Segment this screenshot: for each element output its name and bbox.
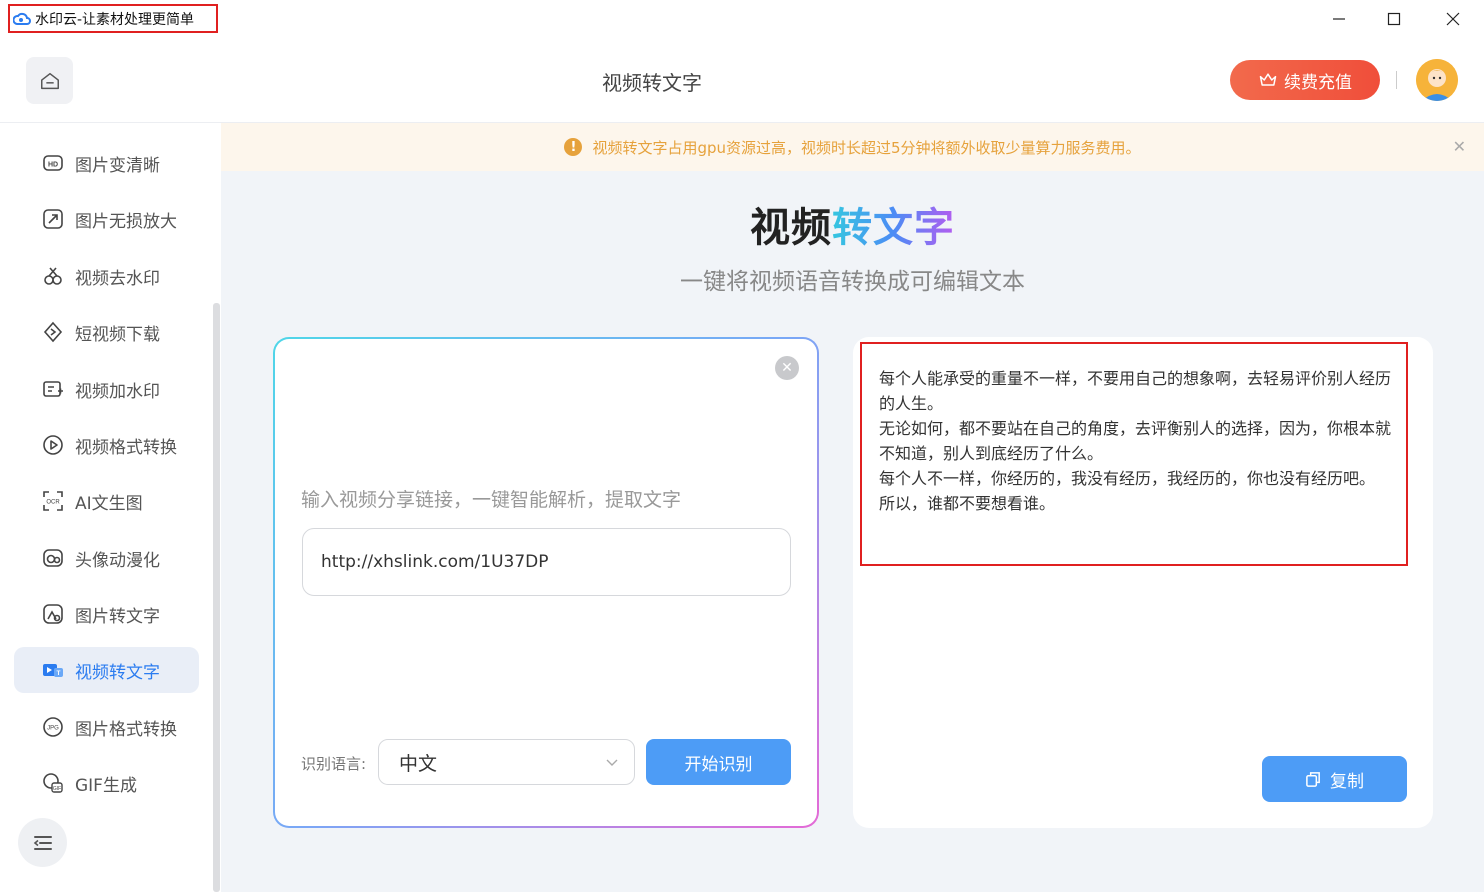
copy-button[interactable]: 复制	[1262, 756, 1407, 802]
header-divider	[1396, 71, 1397, 89]
play-circle-icon	[42, 434, 64, 456]
hero-subtitle: 一键将视频语音转换成可编辑文本	[680, 269, 1025, 295]
hero-title-part1: 视频	[750, 205, 832, 251]
title-bar: 水印云-让素材处理更简单	[0, 0, 1484, 38]
sidebar-item-label: 短视频下载	[75, 324, 160, 345]
gif-icon: GIF	[42, 772, 64, 794]
download-icon	[42, 321, 64, 343]
video-remove-watermark-icon	[42, 265, 64, 287]
user-avatar-icon	[1416, 59, 1458, 101]
result-line: 无论如何，都不要站在自己的角度，去评衡别人的选择，因为，你根本就不知道，别人到底…	[879, 419, 1392, 463]
app-title-text: 水印云-让素材处理更简单	[35, 11, 195, 28]
page-title: 视频转文字	[602, 71, 702, 95]
menu-collapse-icon	[33, 835, 52, 850]
video-url-input[interactable]: http://xhslink.com/1U37DP	[302, 528, 791, 596]
sidebar-item-avatar-anime[interactable]: 头像动漫化	[14, 535, 199, 581]
sidebar-item-label: GIF生成	[75, 775, 137, 796]
sidebar-item-label: 视频加水印	[75, 381, 160, 402]
header: 视频转文字 续费充值	[0, 38, 1484, 123]
renew-recharge-label: 续费充值	[1284, 72, 1352, 93]
sidebar-item-image-enlarge[interactable]: 图片无损放大	[14, 196, 199, 242]
jpg-icon: JPG	[42, 716, 64, 738]
video-to-text-icon: T	[42, 659, 64, 681]
cloud-logo-icon	[13, 10, 31, 28]
output-panel: 每个人能承受的重量不一样，不要用自己的想象啊，去轻易评价别人经历的人生。 无论如…	[853, 337, 1433, 828]
sidebar-item-gif-generate[interactable]: GIF GIF生成	[14, 760, 199, 806]
sidebar-item-label: 视频转文字	[75, 662, 160, 683]
ocr-icon: OCR	[42, 490, 64, 512]
sidebar-item-video-remove-watermark[interactable]: 视频去水印	[14, 253, 199, 299]
sidebar-item-image-format-convert[interactable]: JPG 图片格式转换	[14, 704, 199, 750]
renew-recharge-button[interactable]: 续费充值	[1230, 60, 1380, 100]
sidebar-item-ai-text-to-image[interactable]: OCR AI文生图	[14, 478, 199, 524]
chevron-down-icon	[606, 759, 618, 766]
result-text-area[interactable]: 每个人能承受的重量不一样，不要用自己的想象啊，去轻易评价别人经历的人生。 无论如…	[860, 342, 1408, 566]
language-label: 识别语言:	[301, 755, 367, 773]
sidebar-item-image-to-text[interactable]: 图片转文字	[14, 591, 199, 637]
clear-icon: ✕	[781, 360, 793, 376]
input-hint: 输入视频分享链接，一键智能解析，提取文字	[301, 489, 682, 511]
sidebar-item-label: 头像动漫化	[75, 550, 160, 571]
main-content: ! 视频转文字占用gpu资源过高，视频时长超过5分钟将额外收取少量算力服务费用。…	[221, 123, 1484, 892]
sidebar-item-label: 视频去水印	[75, 268, 160, 289]
app-title: 水印云-让素材处理更简单	[8, 4, 218, 33]
sidebar-item-label: 图片格式转换	[75, 719, 177, 740]
maximize-icon	[1387, 12, 1401, 26]
svg-text:GIF: GIF	[53, 786, 61, 792]
copy-icon	[1306, 771, 1320, 787]
language-select[interactable]: 中文	[378, 739, 635, 785]
svg-text:T: T	[57, 670, 61, 677]
notice-close-button[interactable]: ✕	[1453, 137, 1466, 156]
start-recognition-button[interactable]: 开始识别	[646, 739, 791, 785]
sidebar-item-image-enhance[interactable]: HD 图片变清晰	[14, 140, 199, 186]
minimize-icon	[1333, 18, 1345, 20]
svg-text:OCR: OCR	[46, 500, 60, 506]
hero-title: 视频转文字	[221, 195, 1484, 253]
video-add-watermark-icon	[42, 378, 64, 400]
enlarge-icon	[42, 208, 64, 230]
sidebar-scrollbar[interactable]	[213, 303, 220, 892]
sidebar: HD 图片变清晰 图片无损放大 视频去水印 短视频下载 视频加水印 视频格式转换…	[0, 123, 221, 892]
notice-bar: ! 视频转文字占用gpu资源过高，视频时长超过5分钟将额外收取少量算力服务费用。…	[221, 123, 1484, 171]
crown-icon	[1259, 73, 1277, 86]
minimize-button[interactable]	[1316, 0, 1362, 38]
sidebar-item-label: AI文生图	[75, 493, 143, 514]
collapse-sidebar-button[interactable]	[18, 818, 67, 867]
notice-text: 视频转文字占用gpu资源过高，视频时长超过5分钟将额外收取少量算力服务费用。	[592, 138, 1141, 157]
avatar-anime-icon	[42, 547, 64, 569]
sidebar-item-label: 图片无损放大	[75, 211, 177, 232]
sidebar-item-short-video-download[interactable]: 短视频下载	[14, 309, 199, 355]
svg-text:JPG: JPG	[47, 726, 59, 732]
sidebar-item-video-add-watermark[interactable]: 视频加水印	[14, 366, 199, 412]
input-panel: ✕ 输入视频分享链接，一键智能解析，提取文字 http://xhslink.co…	[273, 337, 819, 828]
warning-icon: !	[564, 138, 583, 156]
avatar[interactable]	[1416, 59, 1458, 101]
result-line: 每个人不一样，你经历的，我没有经历，我经历的，你也没有经历吧。	[879, 469, 1376, 488]
close-window-button[interactable]	[1430, 0, 1476, 38]
sidebar-item-label: 图片变清晰	[75, 155, 160, 176]
hd-icon: HD	[42, 152, 64, 174]
copy-label: 复制	[1330, 771, 1364, 792]
image-to-text-icon	[42, 603, 64, 625]
sidebar-item-video-to-text[interactable]: T 视频转文字	[14, 647, 199, 693]
sidebar-item-label: 视频格式转换	[75, 437, 177, 458]
close-icon	[1446, 12, 1460, 26]
sidebar-item-label: 图片转文字	[75, 606, 160, 627]
clear-button[interactable]: ✕	[775, 356, 799, 380]
svg-text:HD: HD	[48, 162, 58, 169]
language-select-value: 中文	[399, 752, 438, 775]
hero-title-part2: 转文字	[832, 205, 955, 251]
sidebar-item-video-format-convert[interactable]: 视频格式转换	[14, 422, 199, 468]
result-line: 所以，谁都不要想看谁。	[879, 494, 1056, 513]
maximize-button[interactable]	[1371, 0, 1417, 38]
result-line: 每个人能承受的重量不一样，不要用自己的想象啊，去轻易评价别人经历的人生。	[879, 369, 1392, 413]
